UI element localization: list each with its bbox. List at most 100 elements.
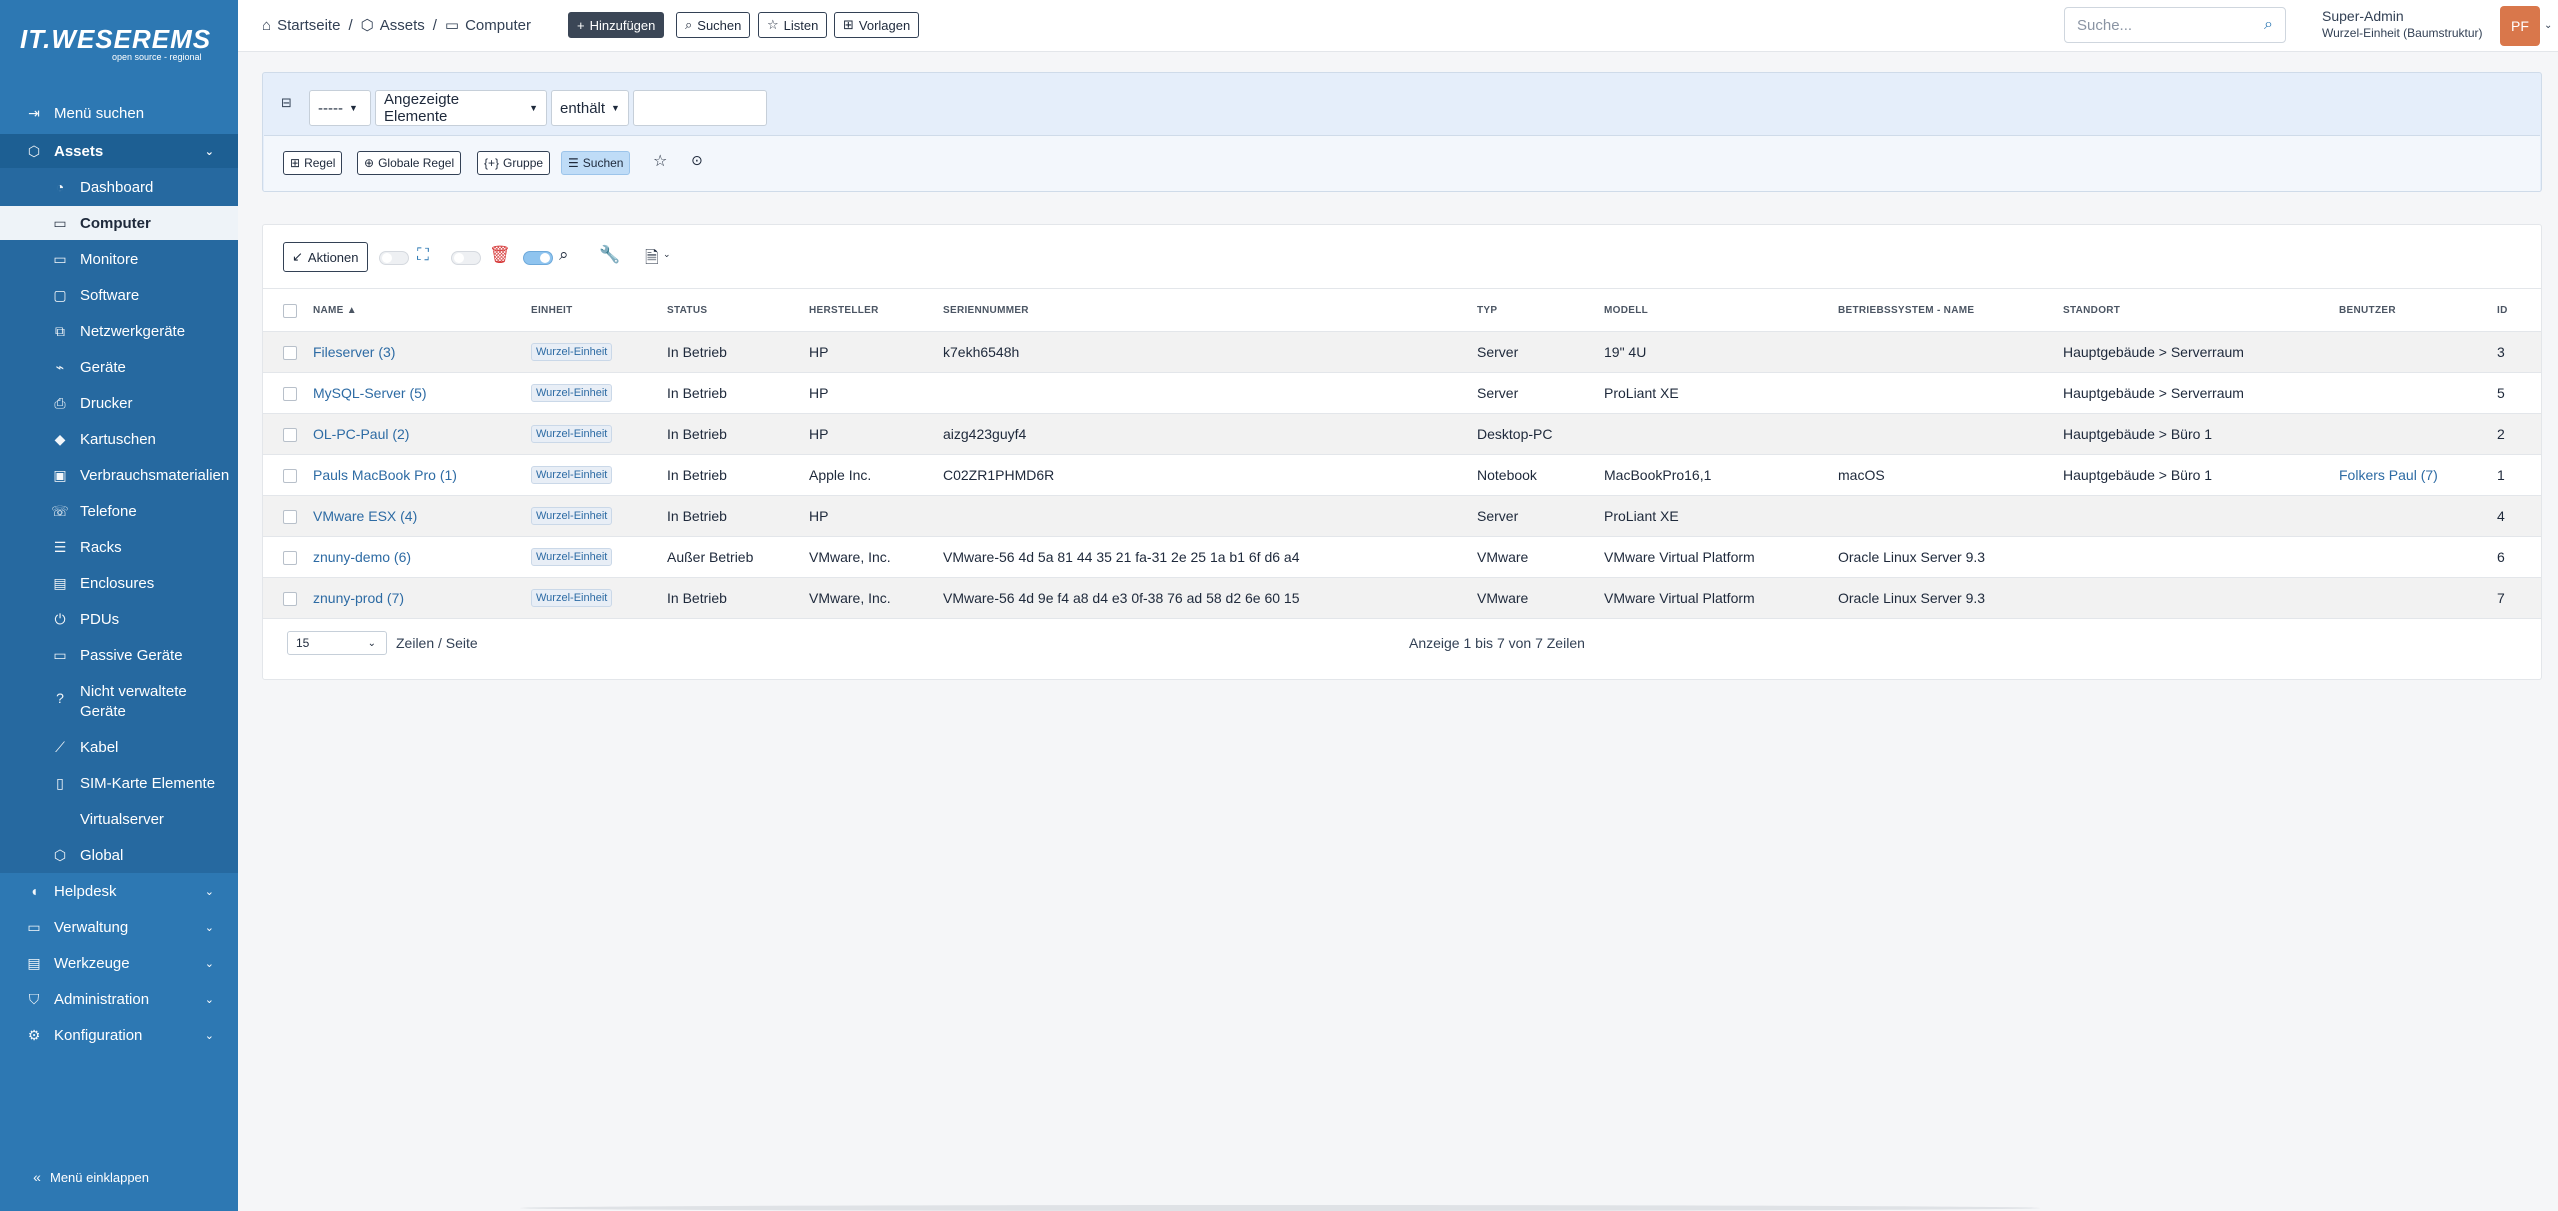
- sidebar-item-geraete[interactable]: ⌁ Geräte: [0, 350, 238, 384]
- table-row[interactable]: OL-PC-Paul (2) Wurzel-Einheit In Betrieb HP…: [263, 413, 2541, 455]
- search-icon[interactable]: ⌕: [2264, 16, 2273, 34]
- sidebar-item-unmanaged[interactable]: ? Nicht verwaltete Geräte: [0, 676, 238, 724]
- export-file-icon[interactable]: 🗎: [645, 245, 659, 274]
- sidebar-item-netzwerkgeraete[interactable]: ⧉ Netzwerkgeräte: [0, 314, 238, 348]
- sidebar-item-dashboard[interactable]: ◔ Dashboard: [0, 170, 238, 204]
- column-entity[interactable]: EINHEIT: [531, 291, 667, 332]
- column-id[interactable]: ID: [2497, 291, 2541, 332]
- row-checkbox[interactable]: [283, 550, 297, 565]
- entity-badge[interactable]: Wurzel-Einheit: [531, 343, 613, 361]
- item-link[interactable]: znuny-prod (7): [313, 590, 404, 606]
- sidebar-item-software[interactable]: ▢ Software: [0, 278, 238, 312]
- sidebar-item-racks[interactable]: ☰ Racks: [0, 530, 238, 564]
- run-search-button[interactable]: ☰ Suchen: [561, 151, 631, 175]
- column-name[interactable]: NAME ▲: [313, 291, 531, 332]
- table-row[interactable]: VMware ESX (4) Wurzel-Einheit In Betrieb HP…: [263, 495, 2541, 537]
- sidebar-item-enclosures[interactable]: ▤ Enclosures: [0, 566, 238, 600]
- row-checkbox[interactable]: [283, 345, 297, 360]
- sidebar-item-verbrauchsmaterialien[interactable]: ▣ Verbrauchsmaterialien: [0, 458, 238, 492]
- user-menu[interactable]: Super-Admin Wurzel-Einheit (Baumstruktur…: [2322, 8, 2483, 42]
- table-row[interactable]: Pauls MacBook Pro (1) Wurzel-Einheit In Be…: [263, 454, 2541, 496]
- sidebar-section-werkzeuge[interactable]: ▤ Werkzeuge ⌄: [0, 946, 238, 980]
- operator-select[interactable]: enthält ▼: [551, 90, 629, 126]
- global-search-input[interactable]: Suche... ⌕: [2064, 7, 2286, 43]
- sidebar-item-kabel[interactable]: ⟋ Kabel: [0, 730, 238, 764]
- sidebar-section-assets[interactable]: ⬡ Assets ⌄: [0, 134, 238, 168]
- entity-badge[interactable]: Wurzel-Einheit: [531, 507, 613, 525]
- page-size-select[interactable]: 15 ⌄: [287, 631, 387, 655]
- sidebar-item-kartuschen[interactable]: ◆ Kartuschen: [0, 422, 238, 456]
- criteria-value-input[interactable]: [633, 90, 767, 126]
- entity-badge[interactable]: Wurzel-Einheit: [531, 548, 613, 566]
- item-link[interactable]: VMware ESX (4): [313, 508, 417, 524]
- select-all-checkbox[interactable]: [283, 303, 297, 318]
- row-checkbox[interactable]: [283, 468, 297, 483]
- trash-toggle[interactable]: [451, 251, 481, 265]
- field-select[interactable]: ----- ▼: [309, 90, 371, 126]
- sidebar-section-helpdesk[interactable]: ◖ Helpdesk ⌄: [0, 874, 238, 908]
- table-row[interactable]: znuny-demo (6) Wurzel-Einheit Außer Betrie…: [263, 536, 2541, 578]
- search-button[interactable]: ⌕ Suchen: [676, 12, 751, 38]
- item-link[interactable]: MySQL-Server (5): [313, 385, 427, 401]
- table-row[interactable]: MySQL-Server (5) Wurzel-Einheit In Betrieb…: [263, 372, 2541, 414]
- add-global-rule-button[interactable]: ⊕ Globale Regel: [357, 151, 462, 175]
- entity-badge[interactable]: Wurzel-Einheit: [531, 425, 613, 443]
- star-icon[interactable]: ☆: [653, 151, 667, 171]
- map-toggle[interactable]: [379, 251, 409, 265]
- column-os[interactable]: BETRIEBSSYSTEM - NAME: [1838, 291, 2063, 332]
- column-status[interactable]: STATUS: [667, 291, 809, 332]
- item-link[interactable]: Pauls MacBook Pro (1): [313, 467, 457, 483]
- sidebar-section-konfiguration[interactable]: ⚙ Konfiguration ⌄: [0, 1018, 238, 1052]
- sidebar-item-sim[interactable]: ▯ SIM-Karte Elemente: [0, 766, 238, 800]
- reset-circle-icon[interactable]: ⊙: [691, 152, 703, 169]
- collapse-menu-button[interactable]: «Menü einklappen: [0, 1160, 238, 1194]
- entity-badge[interactable]: Wurzel-Einheit: [531, 466, 613, 484]
- breadcrumb-computer[interactable]: Computer: [465, 17, 531, 34]
- add-group-button[interactable]: {+} Gruppe: [477, 151, 551, 175]
- sidebar-item-global[interactable]: ⬡ Global: [0, 838, 238, 872]
- sidebar-item-passive-geraete[interactable]: ▭ Passive Geräte: [0, 638, 238, 672]
- criteria-select[interactable]: Angezeigte Elemente ▼: [375, 90, 547, 126]
- chevron-down-icon[interactable]: ⌄: [2544, 20, 2552, 31]
- sidebar-section-verwaltung[interactable]: ▭ Verwaltung ⌄: [0, 910, 238, 944]
- row-checkbox[interactable]: [283, 509, 297, 524]
- sidebar-section-administration[interactable]: ⛉ Administration ⌄: [0, 982, 238, 1016]
- column-model[interactable]: MODELL: [1604, 291, 1838, 332]
- column-location[interactable]: STANDORT: [2063, 291, 2339, 332]
- sidebar-item-telefone[interactable]: ☏ Telefone: [0, 494, 238, 528]
- entity-badge[interactable]: Wurzel-Einheit: [531, 384, 613, 402]
- actions-button[interactable]: ↙ Aktionen: [283, 242, 368, 272]
- sidebar-item-pdus[interactable]: ⏻ PDUs: [0, 602, 238, 636]
- sidebar-item-virtualserver[interactable]: Virtualserver: [0, 802, 238, 836]
- add-button[interactable]: + Hinzufügen: [568, 12, 665, 38]
- table-row[interactable]: znuny-prod (7) Wurzel-Einheit In Betrieb VM…: [263, 577, 2541, 619]
- menu-search-button[interactable]: ⇥ Menü suchen: [0, 96, 238, 130]
- templates-button[interactable]: ⊞ Vorlagen: [834, 12, 920, 38]
- wrench-icon[interactable]: 🔧: [599, 245, 620, 265]
- column-type[interactable]: TYP: [1477, 291, 1604, 332]
- lists-button[interactable]: ☆ Listen: [758, 12, 828, 38]
- row-checkbox[interactable]: [283, 591, 297, 606]
- entity-badge[interactable]: Wurzel-Einheit: [531, 589, 613, 607]
- sidebar-item-computer[interactable]: ▭ Computer: [0, 206, 238, 240]
- sidebar-item-monitore[interactable]: ▭ Monitore: [0, 242, 238, 276]
- column-serial[interactable]: SERIENNUMMER: [943, 291, 1477, 332]
- sidebar-item-drucker[interactable]: ⎙ Drucker: [0, 386, 238, 420]
- avatar[interactable]: PF: [2500, 6, 2540, 46]
- search-toggle[interactable]: [523, 251, 553, 265]
- breadcrumb-home[interactable]: Startseite: [277, 17, 340, 34]
- row-checkbox[interactable]: [283, 386, 297, 401]
- table-row[interactable]: Fileserver (3) Wurzel-Einheit In Betrieb HP…: [263, 331, 2541, 373]
- item-link[interactable]: Fileserver (3): [313, 344, 395, 360]
- item-link[interactable]: znuny-demo (6): [313, 549, 411, 565]
- breadcrumb-assets[interactable]: Assets: [380, 17, 425, 34]
- cell-type: Server: [1477, 372, 1604, 414]
- row-checkbox[interactable]: [283, 427, 297, 442]
- add-rule-button[interactable]: ⊞ Regel: [283, 151, 343, 175]
- item-link[interactable]: OL-PC-Paul (2): [313, 426, 409, 442]
- user-link[interactable]: Folkers Paul (7): [2339, 467, 2438, 483]
- collapse-square-icon[interactable]: ⊟: [281, 95, 292, 111]
- column-manufacturer[interactable]: HERSTELLER: [809, 291, 943, 332]
- column-user[interactable]: BENUTZER: [2339, 291, 2497, 332]
- app-logo[interactable]: IT.WESEREMS: [20, 24, 211, 55]
